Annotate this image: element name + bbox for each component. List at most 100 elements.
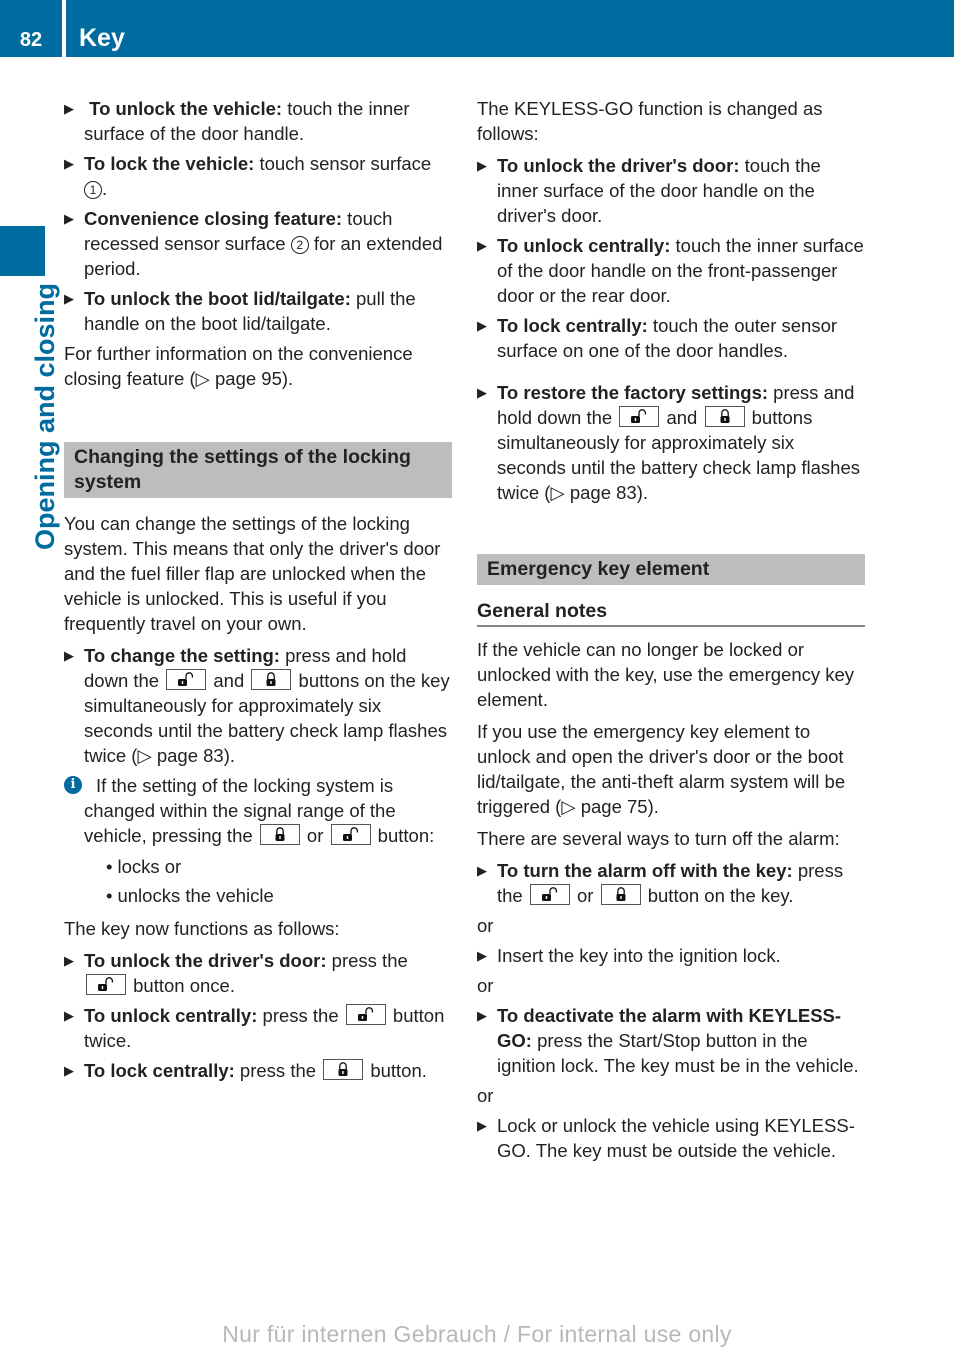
step-label: To lock centrally:	[497, 315, 648, 336]
section-intro-paragraph: You can change the settings of the locki…	[64, 513, 441, 634]
page-title: Key	[79, 24, 125, 52]
subheading-general-notes: General notes	[477, 598, 865, 627]
step-text: button.	[365, 1060, 427, 1081]
page-number: 82	[19, 29, 43, 51]
arrow-icon: ▶	[477, 385, 487, 400]
step-change-setting: ▶ To change the setting: press and hold …	[64, 643, 452, 768]
lock-button-icon	[704, 406, 745, 427]
step-text: or	[571, 885, 599, 906]
arrow-icon: ▶	[477, 1008, 487, 1023]
step-label: To unlock centrally:	[497, 235, 671, 256]
arrow-icon: ▶	[477, 863, 487, 878]
info-bullet-list: locks or unlocks the vehicle	[106, 854, 452, 908]
step-text: touch sensor surface	[254, 153, 432, 174]
step-text: press the Start/Stop button in the ignit…	[497, 1030, 859, 1076]
info-text: button:	[372, 825, 435, 846]
para-text: If you use the emergency key element to …	[477, 721, 846, 817]
bullet-item: locks or	[106, 854, 452, 879]
arrow-icon: ▶	[64, 156, 74, 171]
step-label: To unlock the boot lid/tailgate:	[84, 288, 351, 309]
page-ref-icon: ▷	[195, 368, 215, 389]
step-label: Convenience closing feature:	[84, 208, 343, 229]
step-label: To unlock the driver's door:	[497, 155, 740, 176]
page-ref-icon: ▷	[561, 796, 581, 817]
keyless-intro: The KEYLESS-GO function is changed as fo…	[477, 98, 823, 144]
page-header: 82 Key	[0, 0, 954, 57]
section-heading-emergency-key: Emergency key element	[477, 554, 865, 585]
para-end: ).	[647, 796, 659, 817]
step-convenience-closing: ▶ Convenience closing feature: touch rec…	[64, 206, 452, 281]
arrow-icon: ▶	[64, 101, 74, 116]
lock-button-icon	[323, 1059, 364, 1080]
step-text-end: ).	[636, 482, 649, 503]
unlock-button-icon	[619, 406, 660, 427]
step-label: To unlock the vehicle:	[89, 98, 283, 119]
page-reference-link[interactable]: page 75	[581, 796, 648, 817]
step-text: press the	[234, 1060, 322, 1081]
page-reference-link[interactable]: page 83	[157, 745, 224, 766]
step-keyless-lock-centrally: ▶ To lock centrally: touch the outer sen…	[477, 313, 865, 363]
page-reference-link[interactable]: page 95	[215, 368, 282, 389]
chapter-label: Opening and closing	[30, 282, 60, 550]
arrow-icon: ▶	[64, 211, 74, 226]
arrow-icon: ▶	[64, 953, 74, 968]
arrow-icon: ▶	[477, 318, 487, 333]
step-text: and	[661, 407, 703, 428]
info-text: or	[301, 825, 329, 846]
or-separator: or	[477, 1085, 494, 1106]
step-label: To restore the factory settings:	[497, 382, 769, 403]
lock-button-icon	[251, 669, 292, 690]
unlock-button-icon	[345, 1004, 386, 1025]
arrow-icon: ▶	[477, 238, 487, 253]
page-reference-link[interactable]: page 83	[570, 482, 637, 503]
step-unlock-boot: ▶ To unlock the boot lid/tailgate: pull …	[64, 286, 452, 336]
unlock-button-icon	[166, 669, 207, 690]
arrow-icon: ▶	[64, 1008, 74, 1023]
arrow-icon: ▶	[477, 948, 487, 963]
step-label: To unlock the driver's door:	[84, 950, 327, 971]
step-label: To lock centrally:	[84, 1060, 235, 1081]
arrow-icon: ▶	[477, 1118, 487, 1133]
further-info-paragraph: For further information on the convenien…	[64, 341, 452, 391]
page-ref-icon: ▷	[137, 745, 157, 766]
step-text-end: ).	[223, 745, 236, 766]
arrow-icon: ▶	[64, 291, 74, 306]
right-column: The KEYLESS-GO function is changed as fo…	[477, 96, 865, 1168]
functions-intro: The key now functions as follows:	[64, 918, 340, 939]
info-note: i If the setting of the locking system i…	[64, 773, 452, 908]
step-label: To change the setting:	[84, 645, 280, 666]
step-keyless-lock-unlock: ▶ Lock or unlock the vehicle using KEYLE…	[477, 1113, 865, 1163]
step-lock-centrally: ▶ To lock centrally: press the button.	[64, 1058, 452, 1083]
unlock-button-icon	[330, 824, 371, 845]
step-text: press the	[257, 1005, 344, 1026]
emergency-para-2: If you use the emergency key element to …	[477, 719, 865, 819]
step-deactivate-keyless: ▶ To deactivate the alarm with KEYLESS-G…	[477, 1003, 865, 1078]
step-text-end: .	[102, 178, 108, 199]
bullet-item: unlocks the vehicle	[106, 883, 452, 908]
step-unlock-drivers-door: ▶ To unlock the driver's door: press the…	[64, 948, 452, 998]
info-icon: i	[64, 776, 82, 794]
chapter-tab-marker	[0, 226, 45, 276]
step-label: To turn the alarm off with the key:	[497, 860, 793, 881]
step-label: To lock the vehicle:	[84, 153, 255, 174]
or-separator: or	[477, 975, 494, 996]
page-ref-icon: ▷	[550, 482, 570, 503]
lock-button-icon	[600, 884, 641, 905]
step-text: button on the key.	[642, 885, 794, 906]
internal-use-watermark: Nur für internen Gebrauch / For internal…	[222, 1321, 732, 1347]
step-text: press the	[326, 950, 408, 971]
left-column: ▶ To unlock the vehicle: touch the inner…	[64, 96, 452, 1088]
emergency-para-3: There are several ways to turn off the a…	[477, 828, 840, 849]
step-keyless-unlock-centrally: ▶ To unlock centrally: touch the inner s…	[477, 233, 865, 308]
step-text: button once.	[128, 975, 235, 996]
step-label: To unlock centrally:	[84, 1005, 258, 1026]
or-separator: or	[477, 915, 494, 936]
unlock-button-icon	[529, 884, 570, 905]
callout-1-icon: 1	[84, 181, 102, 199]
step-text: Insert the key into the ignition lock.	[497, 945, 781, 966]
callout-2-icon: 2	[290, 236, 309, 254]
step-restore-factory: ▶ To restore the factory settings: press…	[477, 380, 865, 505]
section-heading-locking-settings: Changing the settings of the locking sys…	[64, 442, 452, 498]
step-keyless-unlock-drivers-door: ▶ To unlock the driver's door: touch the…	[477, 153, 865, 228]
lock-button-icon	[259, 824, 300, 845]
